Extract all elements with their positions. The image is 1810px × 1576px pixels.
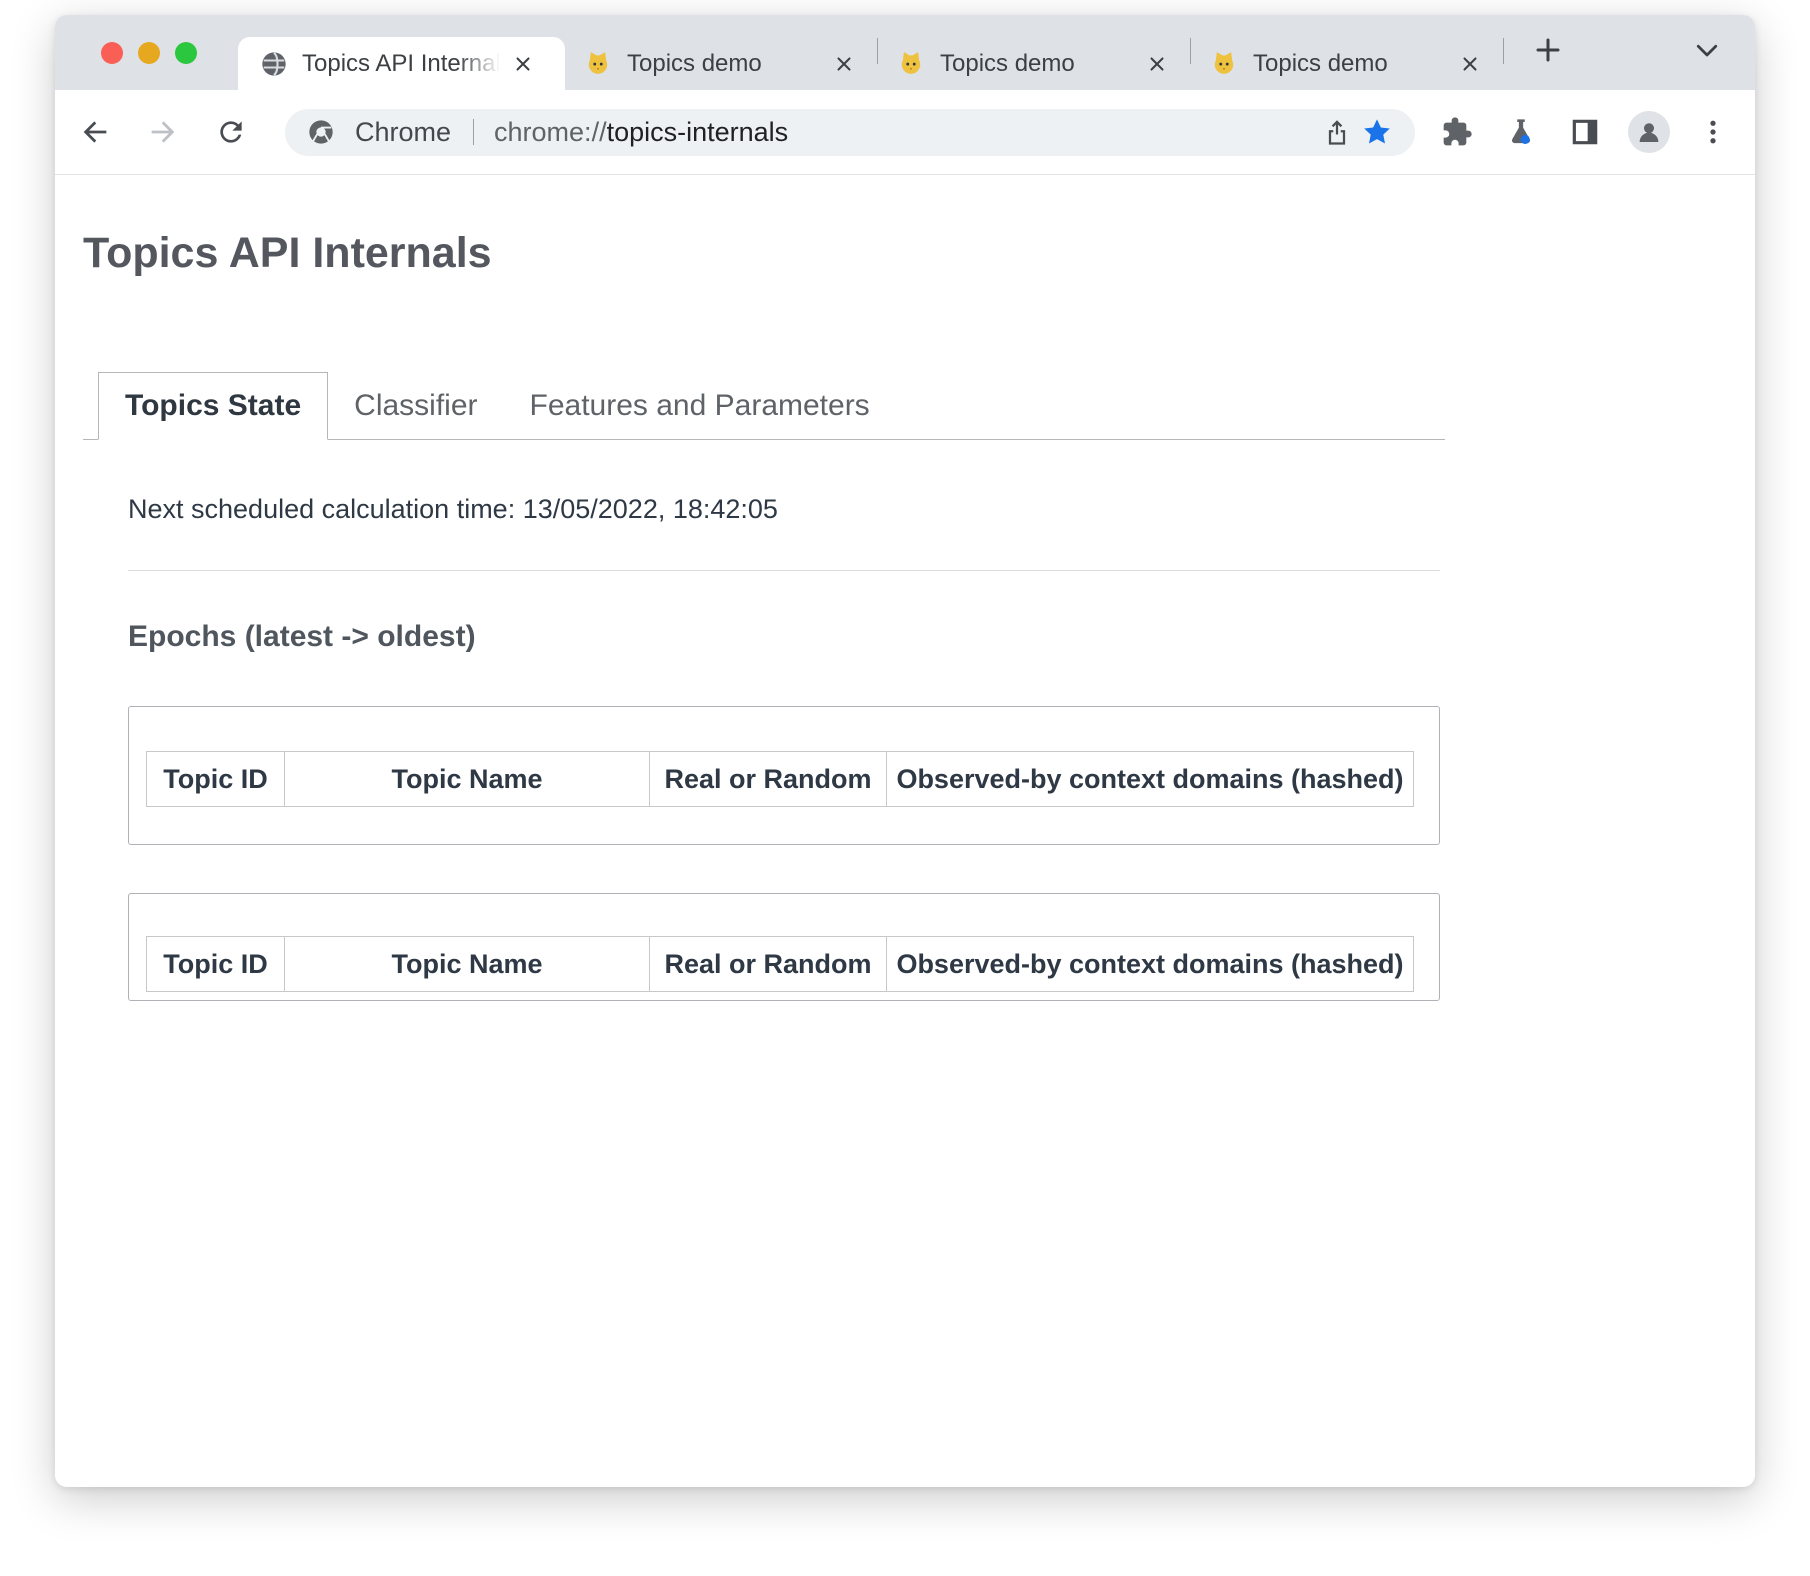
page-title: Topics API Internals xyxy=(83,175,1755,279)
tab-title: Topics API Internals xyxy=(302,50,500,78)
tab-features-and-parameters[interactable]: Features and Parameters xyxy=(504,373,896,439)
address-bar[interactable]: Chrome chrome://topics-internals xyxy=(285,109,1415,156)
col-topic-id: Topic ID xyxy=(147,752,285,807)
side-panel-icon[interactable] xyxy=(1563,110,1607,154)
col-topic-name: Topic Name xyxy=(285,937,650,992)
close-icon[interactable] xyxy=(1140,47,1174,81)
epoch-container-older: Topic ID Topic Name Real or Random Obser… xyxy=(128,893,1440,1001)
tab-divider xyxy=(1503,38,1504,64)
epoch-table: Topic ID Topic Name Real or Random Obser… xyxy=(146,936,1414,992)
omnibox-divider xyxy=(473,119,474,145)
globe-icon xyxy=(260,50,288,78)
cat-icon xyxy=(898,50,926,78)
reload-button[interactable] xyxy=(209,110,253,154)
url-text[interactable]: chrome://topics-internals xyxy=(494,117,788,148)
browser-tab-strip: Topics API Internals Topics demo xyxy=(55,15,1755,90)
tab-title: Topics demo xyxy=(940,50,1134,78)
table-header-row: Topic ID Topic Name Real or Random Obser… xyxy=(147,937,1414,992)
back-button[interactable] xyxy=(73,110,117,154)
browser-tab-topics-demo-3[interactable]: Topics demo xyxy=(1191,37,1503,90)
browser-tab-topics-demo-1[interactable]: Topics demo xyxy=(565,37,877,90)
close-icon[interactable] xyxy=(1453,47,1487,81)
browser-menu-icon[interactable] xyxy=(1691,110,1735,154)
new-tab-button[interactable] xyxy=(1524,26,1572,74)
tab-topics-state[interactable]: Topics State xyxy=(98,372,328,440)
tab-classifier[interactable]: Classifier xyxy=(328,373,503,439)
url-host: topics-internals xyxy=(607,117,789,147)
epoch-container-latest: Topic ID Topic Name Real or Random Obser… xyxy=(128,706,1440,845)
forward-button[interactable] xyxy=(141,110,185,154)
extensions-puzzle-icon[interactable] xyxy=(1435,110,1479,154)
cat-icon xyxy=(1211,50,1239,78)
page-tab-bar: Topics State Classifier Features and Par… xyxy=(83,372,1445,440)
bookmark-star-icon[interactable] xyxy=(1357,112,1397,152)
close-icon[interactable] xyxy=(827,47,861,81)
tab-title: Topics demo xyxy=(1253,50,1447,78)
browser-window: Topics API Internals Topics demo xyxy=(55,15,1755,1487)
col-observed-domains: Observed-by context domains (hashed) xyxy=(887,937,1414,992)
minimize-window-button[interactable] xyxy=(138,42,160,64)
topics-state-panel: Next scheduled calculation time: 13/05/2… xyxy=(83,494,1440,1001)
share-icon[interactable] xyxy=(1317,112,1357,152)
browser-toolbar: Chrome chrome://topics-internals xyxy=(55,90,1755,175)
col-observed-domains: Observed-by context domains (hashed) xyxy=(887,752,1414,807)
col-topic-name: Topic Name xyxy=(285,752,650,807)
close-window-button[interactable] xyxy=(101,42,123,64)
table-header-row: Topic ID Topic Name Real or Random Obser… xyxy=(147,752,1414,807)
cat-icon xyxy=(585,50,613,78)
zoom-window-button[interactable] xyxy=(175,42,197,64)
epochs-heading: Epochs (latest -> oldest) xyxy=(128,620,1440,654)
chrome-labs-flask-icon[interactable] xyxy=(1499,110,1543,154)
close-icon[interactable] xyxy=(506,47,540,81)
tab-title: Topics demo xyxy=(627,50,821,78)
browser-tab-topics-demo-2[interactable]: Topics demo xyxy=(878,37,1190,90)
page-content: Topics API Internals Topics State Classi… xyxy=(55,175,1755,1486)
avatar xyxy=(1628,111,1670,153)
profile-avatar[interactable] xyxy=(1627,110,1671,154)
next-calculation-time: Next scheduled calculation time: 13/05/2… xyxy=(128,494,1440,525)
epoch-table: Topic ID Topic Name Real or Random Obser… xyxy=(146,751,1414,807)
url-scheme: chrome:// xyxy=(494,117,607,147)
chrome-logo-icon xyxy=(301,112,341,152)
browser-tab-topics-api-internals[interactable]: Topics API Internals xyxy=(238,37,565,90)
divider xyxy=(128,570,1440,571)
site-engagement-label: Chrome xyxy=(355,117,451,148)
col-topic-id: Topic ID xyxy=(147,937,285,992)
col-real-or-random: Real or Random xyxy=(650,937,887,992)
window-controls xyxy=(55,42,238,64)
tab-search-chevron-icon[interactable] xyxy=(1687,30,1727,70)
col-real-or-random: Real or Random xyxy=(650,752,887,807)
